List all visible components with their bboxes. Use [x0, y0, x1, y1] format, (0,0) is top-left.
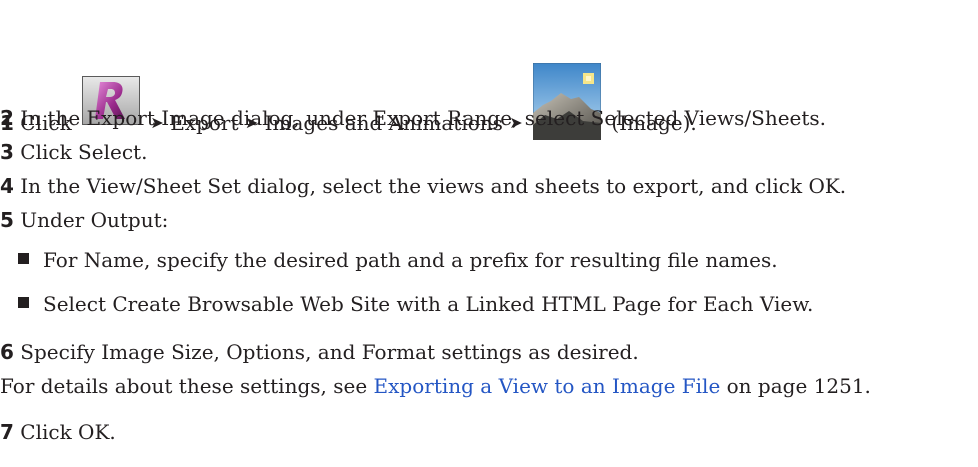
- step-text: Click Select.: [20, 140, 148, 164]
- step-text: Under Output:: [20, 208, 169, 232]
- bullet-square-icon: [18, 253, 29, 264]
- bullet-item: Select Create Browsable Web Site with a …: [18, 292, 813, 316]
- step-6: 6 Specify Image Size, Options, and Forma…: [0, 340, 639, 364]
- step-number: 2: [0, 106, 14, 130]
- details-text-page: on page 1251.: [726, 374, 871, 398]
- step-5: 5 Under Output:: [0, 208, 168, 232]
- step-4: 4 In the View/Sheet Set dialog, select t…: [0, 174, 846, 198]
- bullet-square-icon: [18, 297, 29, 308]
- bullet-text: For Name, specify the desired path and a…: [43, 248, 778, 272]
- details-text: For details about these settings, see: [0, 374, 368, 398]
- bullet-text: Select Create Browsable Web Site with a …: [43, 292, 814, 316]
- step-text: In the Export Image dialog, under Export…: [20, 106, 827, 130]
- step-text: Click OK.: [20, 420, 116, 444]
- step-7: 7 Click OK.: [0, 420, 116, 444]
- step-number: 5: [0, 208, 14, 232]
- step-number: 6: [0, 340, 14, 364]
- step-number: 4: [0, 174, 14, 198]
- step-number: 7: [0, 420, 14, 444]
- details-note: For details about these settings, see Ex…: [0, 374, 871, 398]
- details-link[interactable]: Exporting a View to an Image File: [374, 374, 721, 398]
- step-number: 3: [0, 140, 14, 164]
- step-2: 2 In the Export Image dialog, under Expo…: [0, 106, 826, 130]
- step-text: Specify Image Size, Options, and Format …: [20, 340, 639, 364]
- step-text: In the View/Sheet Set dialog, select the…: [20, 174, 847, 198]
- bullet-item: For Name, specify the desired path and a…: [18, 248, 778, 272]
- step-3: 3 Click Select.: [0, 140, 147, 164]
- step-1: 1 Click ➤ Export ➤ Images and Animations…: [0, 6, 697, 141]
